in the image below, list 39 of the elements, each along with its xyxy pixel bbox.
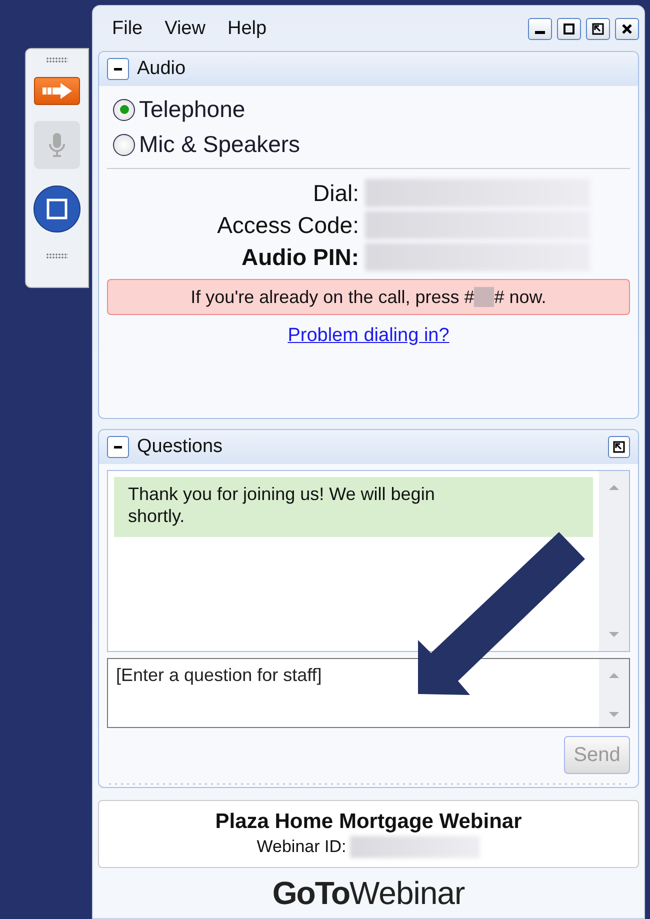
close-icon [621, 22, 633, 34]
notice-text: # now. [494, 286, 546, 308]
arrow-icon [40, 82, 74, 100]
collapse-button[interactable] [107, 58, 129, 80]
panel-title: Audio [137, 58, 186, 80]
screen-icon [33, 185, 81, 233]
grip-icon[interactable] [46, 57, 68, 63]
radio-button[interactable] [113, 134, 135, 156]
radio-label[interactable]: Mic & Speakers [139, 131, 300, 158]
popout-icon [613, 441, 625, 453]
popout-icon [592, 22, 604, 34]
screen-button[interactable] [33, 185, 81, 233]
webinar-id-label: Webinar ID: [256, 837, 346, 857]
maximize-button[interactable] [557, 18, 581, 40]
popout-button[interactable] [608, 436, 630, 458]
close-button[interactable] [615, 18, 639, 40]
arrow-button[interactable] [34, 77, 80, 105]
menu-item[interactable]: View [164, 18, 206, 40]
minimize-button[interactable] [528, 18, 552, 40]
field-label: Access Code: [216, 212, 360, 238]
field-label: Dial: [312, 180, 360, 206]
message-text: Thank you for joining us! We will begin shortly. [114, 477, 593, 537]
grip-icon[interactable] [46, 253, 68, 259]
field-label: Audio PIN: [240, 244, 360, 270]
notice-text: If you're already on the call, press # [190, 286, 474, 308]
logo-text: GoToWebinar [272, 874, 465, 912]
microphone-icon [49, 132, 65, 158]
radio-button[interactable] [113, 98, 135, 120]
help-link[interactable]: Problem dialing in? [288, 325, 450, 346]
collapse-button[interactable] [107, 436, 129, 458]
radio-label[interactable]: Telephone [139, 96, 246, 123]
panel-title: Questions [137, 436, 223, 458]
minimize-icon [535, 31, 545, 34]
webinar-title: Plaza Home Mortgage Webinar [215, 810, 522, 834]
redacted-code [474, 287, 494, 307]
menu-item[interactable]: Help [227, 18, 267, 40]
maximize-icon [563, 22, 575, 34]
popout-button[interactable] [586, 18, 610, 40]
menu-item[interactable]: File [112, 18, 143, 40]
